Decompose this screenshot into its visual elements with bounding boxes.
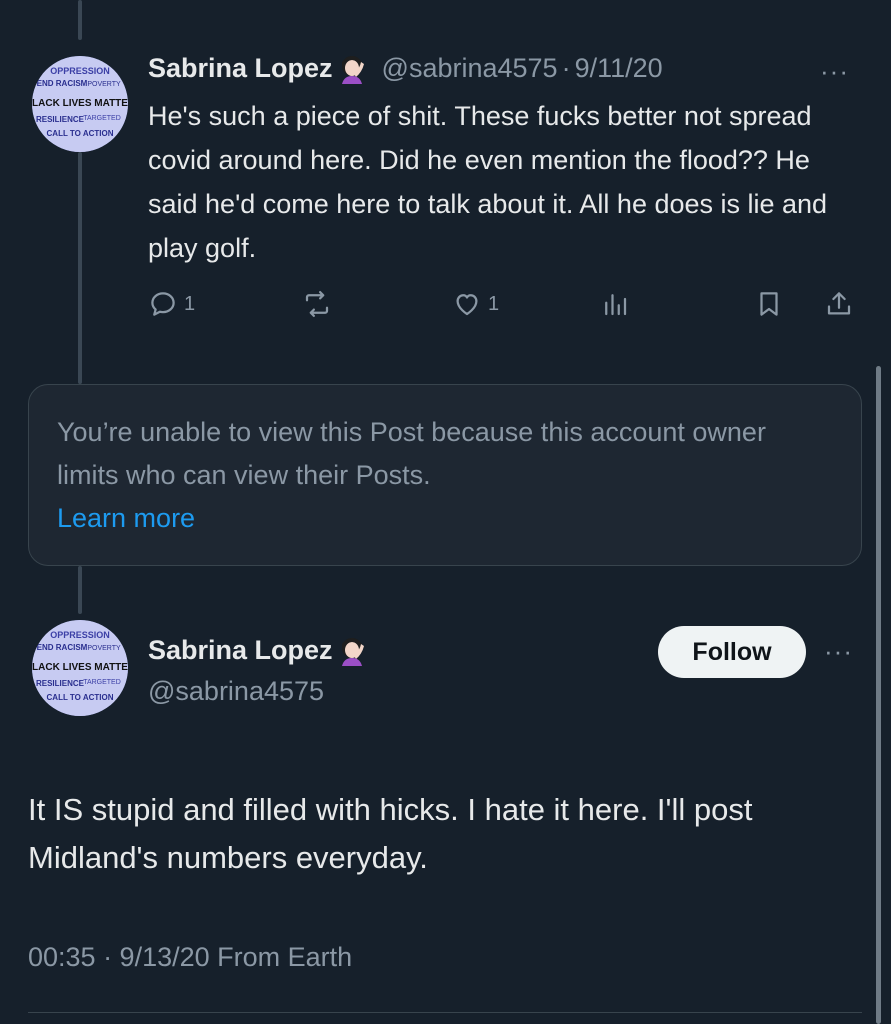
thread-line-restricted — [78, 566, 82, 614]
scrollbar[interactable] — [876, 366, 881, 1024]
main-tweet-author: Sabrina Lopez — [148, 634, 368, 666]
like-button[interactable]: 1 — [452, 289, 499, 319]
avatar-word-6: CALL TO ACTION — [47, 129, 114, 138]
reply-button[interactable]: 1 — [148, 289, 195, 319]
share-button[interactable] — [824, 289, 854, 319]
main-avatar[interactable]: OPPRESSION END RACISM POVERTY BLACK LIVE… — [32, 620, 128, 716]
more-options-icon[interactable]: ··· — [824, 636, 853, 667]
handle[interactable]: @sabrina4575 — [382, 53, 558, 84]
avatar-word-2: POVERTY — [87, 645, 121, 652]
bookmark-icon — [760, 292, 778, 316]
avatar-word-3: BLACK LIVES MATTER — [32, 98, 128, 109]
restricted-post-notice: You’re unable to view this Post because … — [28, 384, 862, 566]
tweet-thread-view: OPPRESSION END RACISM POVERTY BLACK LIVE… — [0, 0, 891, 1024]
avatar-word-5: TARGETED — [83, 115, 121, 122]
avatar-word-0: OPPRESSION — [50, 66, 110, 76]
views-button[interactable] — [600, 289, 630, 319]
learn-more-link[interactable]: Learn more — [57, 497, 195, 540]
avatar-word-1: END RACISM — [37, 643, 88, 652]
share-icon — [827, 292, 851, 315]
main-tweet-text: It IS stupid and filled with hicks. I ha… — [28, 792, 753, 875]
avatar-word-1: END RACISM — [37, 79, 88, 88]
heart-icon — [456, 294, 478, 316]
woman-facepalming-emoji-icon — [341, 638, 364, 666]
avatar-word-2: POVERTY — [87, 81, 121, 88]
repost-button[interactable] — [302, 289, 332, 319]
repost-icon — [305, 291, 329, 317]
handle[interactable]: @sabrina4575 — [148, 676, 324, 707]
avatar-word-5: TARGETED — [83, 679, 121, 686]
thread-line-reply — [78, 152, 82, 384]
avatar-word-3: BLACK LIVES MATTER — [32, 662, 128, 673]
avatar-word-4: RESILIENCE — [36, 115, 85, 124]
reply-tweet-header: Sabrina Lopez @sabrina4575 · 9/11/20 — [148, 52, 663, 84]
bookmark-button[interactable] — [754, 289, 784, 319]
divider — [28, 1012, 862, 1013]
separator-dot: · — [561, 52, 571, 83]
avatar-wordcloud-image: OPPRESSION END RACISM POVERTY BLACK LIVE… — [32, 56, 128, 152]
avatar-word-6: CALL TO ACTION — [47, 693, 114, 702]
display-name[interactable]: Sabrina Lopez — [148, 635, 333, 666]
reply-tweet-text: He's such a piece of shit. These fucks b… — [148, 101, 828, 263]
avatar-word-4: RESILIENCE — [36, 679, 85, 688]
tweet-date[interactable]: 9/11/20 — [575, 53, 663, 84]
follow-button[interactable]: Follow — [658, 626, 806, 678]
more-options-icon[interactable]: ··· — [820, 56, 849, 87]
restricted-post-message: You’re unable to view this Post because … — [57, 417, 766, 490]
display-name[interactable]: Sabrina Lopez — [148, 53, 333, 84]
views-chart-icon — [605, 294, 627, 316]
avatar[interactable]: OPPRESSION END RACISM POVERTY BLACK LIVE… — [32, 56, 128, 152]
avatar-wordcloud-image: OPPRESSION END RACISM POVERTY BLACK LIVE… — [32, 620, 128, 716]
reply-icon — [151, 292, 175, 316]
tweet-timestamp[interactable]: 00:35 · 9/13/20 From Earth — [28, 942, 352, 973]
avatar-word-0: OPPRESSION — [50, 630, 110, 640]
woman-facepalming-emoji-icon — [341, 56, 364, 84]
like-count: 1 — [488, 292, 500, 315]
thread-line-top — [78, 0, 82, 40]
reply-count: 1 — [184, 292, 196, 315]
